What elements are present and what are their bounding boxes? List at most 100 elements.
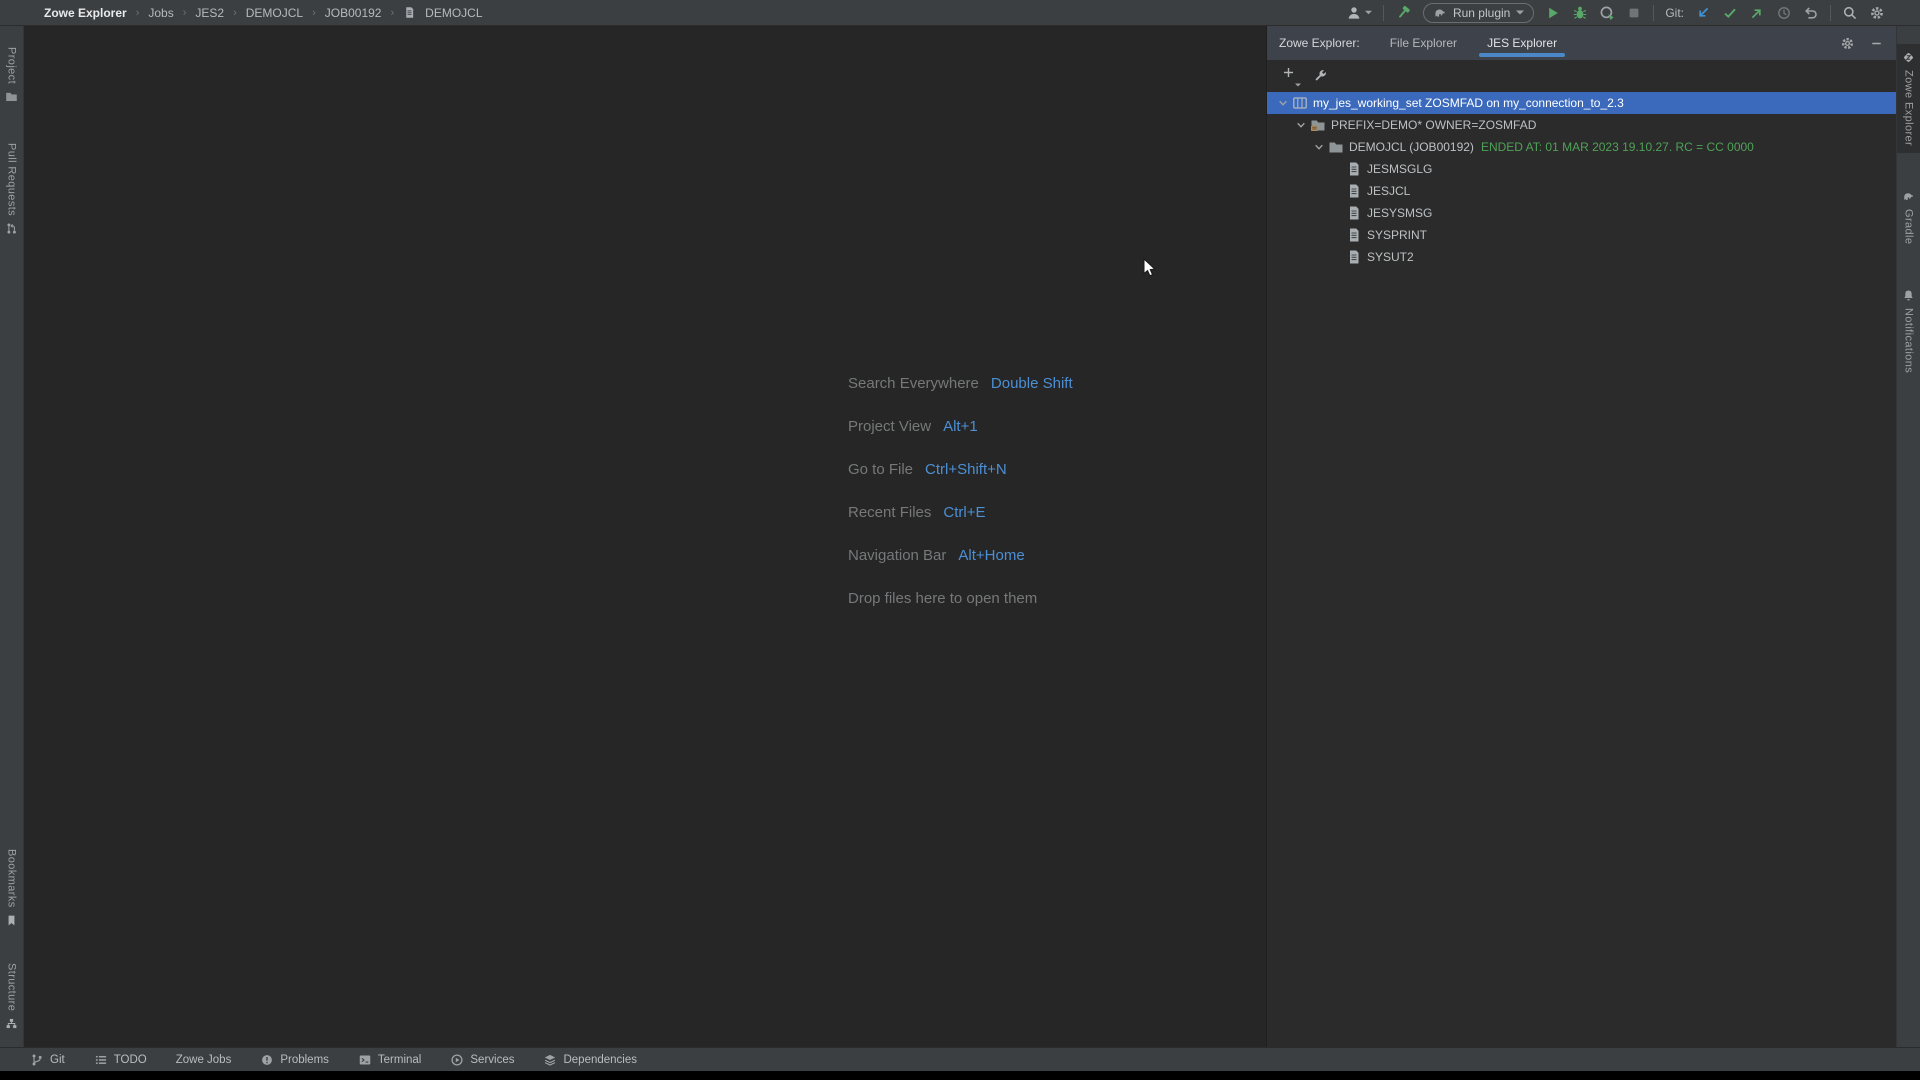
titlebar: Zowe Explorer › Jobs › JES2 › DEMOJCL › … xyxy=(0,0,1920,26)
tree-row-prefix-filter[interactable]: PREFIX=DEMO* OWNER=ZOSMFAD xyxy=(1267,114,1896,136)
services-icon xyxy=(450,1053,464,1067)
stripe-button-pull-requests[interactable]: Pull Requests xyxy=(0,136,24,242)
spool-file-icon xyxy=(1346,227,1362,243)
breadcrumb: Zowe Explorer › Jobs › JES2 › DEMOJCL › … xyxy=(0,6,483,20)
bottom-edge xyxy=(0,1071,1920,1080)
run-configuration-dropdown[interactable]: Run plugin xyxy=(1423,3,1534,23)
stripe-button-bookmarks[interactable]: Bookmarks xyxy=(0,842,24,934)
terminal-icon xyxy=(358,1053,372,1067)
stripe-button-zowe-explorer[interactable]: Zowe Explorer xyxy=(1897,44,1920,153)
shortcut-row: Go to File Ctrl+Shift+N xyxy=(848,459,1073,480)
chevron-down-icon xyxy=(1295,83,1301,87)
breadcrumb-item-job00192[interactable]: JOB00192 xyxy=(325,6,382,20)
edit-wrench-icon[interactable] xyxy=(1313,68,1328,83)
breadcrumb-item-jes2[interactable]: JES2 xyxy=(195,6,224,20)
statusbar-button-services[interactable]: Services xyxy=(450,1053,514,1067)
shortcut-keys: Ctrl+E xyxy=(943,504,985,521)
jes-explorer-tree: my_jes_working_set ZOSMFAD on my_connect… xyxy=(1267,92,1896,268)
add-working-set-button[interactable] xyxy=(1281,65,1296,85)
tree-node-label: JESMSGLG xyxy=(1367,162,1432,176)
job-status-text: ENDED AT: 01 MAR 2023 19.10.27. RC = CC … xyxy=(1481,140,1754,154)
tree-row-spool-jesysmsg[interactable]: JESYSMSG xyxy=(1267,202,1896,224)
expand-chevron-icon[interactable] xyxy=(1311,140,1327,154)
breadcrumb-item-zowe-explorer[interactable]: Zowe Explorer xyxy=(44,6,127,20)
profiler-icon[interactable] xyxy=(1599,5,1615,21)
shortcut-keys: Alt+1 xyxy=(943,418,978,435)
breadcrumb-item-jobs[interactable]: Jobs xyxy=(148,6,173,20)
stripe-button-gradle[interactable]: Gradle xyxy=(1897,183,1920,251)
statusbar-button-todo[interactable]: TODO xyxy=(94,1053,147,1067)
expand-chevron-icon[interactable] xyxy=(1275,96,1291,110)
tree-row-spool-sysut2[interactable]: SYSUT2 xyxy=(1267,246,1896,268)
tree-row-job-demojcl[interactable]: DEMOJCL (JOB00192) ENDED AT: 01 MAR 2023… xyxy=(1267,136,1896,158)
pull-requests-icon xyxy=(5,222,18,235)
file-icon xyxy=(403,6,416,19)
ide-window: Zowe Explorer › Jobs › JES2 › DEMOJCL › … xyxy=(0,0,1920,1080)
shortcut-keys: Ctrl+Shift+N xyxy=(925,461,1007,478)
editor-area[interactable]: Search Everywhere Double Shift Project V… xyxy=(24,26,1266,1047)
run-icon[interactable] xyxy=(1545,5,1561,21)
stripe-button-notifications[interactable]: Notifications xyxy=(1897,282,1920,380)
statusbar-button-git[interactable]: Git xyxy=(30,1053,65,1067)
tree-row-spool-jesjcl[interactable]: JESJCL xyxy=(1267,180,1896,202)
build-hammer-icon[interactable] xyxy=(1395,4,1412,21)
stripe-label: Pull Requests xyxy=(6,143,18,216)
structure-icon xyxy=(5,1017,18,1030)
panel-settings-gear-icon[interactable] xyxy=(1840,36,1855,51)
stripe-button-project[interactable]: Project xyxy=(0,40,24,110)
project-folder-icon xyxy=(5,90,18,103)
update-project-icon[interactable] xyxy=(1695,5,1711,21)
toolbar-divider xyxy=(1653,5,1654,21)
bookmarks-icon xyxy=(5,914,18,927)
tree-node-label: PREFIX=DEMO* OWNER=ZOSMFAD xyxy=(1331,118,1536,132)
breadcrumb-item-demojcl[interactable]: DEMOJCL xyxy=(246,6,303,20)
stop-icon[interactable] xyxy=(1626,5,1642,21)
stripe-label: Structure xyxy=(6,963,18,1011)
debug-icon[interactable] xyxy=(1572,5,1588,21)
drop-files-hint: Drop files here to open them xyxy=(848,588,1073,609)
tree-node-label: SYSUT2 xyxy=(1367,250,1414,264)
shortcut-label: Navigation Bar xyxy=(848,547,946,564)
add-icon xyxy=(1281,65,1296,80)
breadcrumb-item-demojcl-file[interactable]: DEMOJCL xyxy=(425,6,482,20)
mouse-cursor xyxy=(1143,258,1157,278)
statusbar-button-zowe-jobs[interactable]: Zowe Jobs xyxy=(176,1054,232,1066)
spool-file-icon xyxy=(1346,205,1362,221)
hide-panel-icon[interactable] xyxy=(1869,36,1884,51)
git-branch-icon xyxy=(30,1053,44,1067)
tab-jes-explorer[interactable]: JES Explorer xyxy=(1487,26,1557,60)
history-clock-icon[interactable] xyxy=(1776,5,1792,21)
user-menu-button[interactable] xyxy=(1346,5,1372,21)
toolbar-divider xyxy=(1383,5,1384,21)
statusbar-button-problems[interactable]: Problems xyxy=(260,1053,329,1067)
problems-error-icon xyxy=(260,1053,274,1067)
stripe-button-structure[interactable]: Structure xyxy=(0,956,24,1037)
breadcrumb-separator: › xyxy=(183,7,187,19)
shortcut-label: Go to File xyxy=(848,461,913,478)
shortcut-label: Recent Files xyxy=(848,504,931,521)
plugin-sphere-icon[interactable] xyxy=(1896,5,1912,21)
breadcrumb-separator: › xyxy=(233,7,237,19)
expand-chevron-icon[interactable] xyxy=(1293,118,1309,132)
statusbar-button-terminal[interactable]: Terminal xyxy=(358,1053,421,1067)
panel-toolbar xyxy=(1267,60,1896,90)
rollback-icon[interactable] xyxy=(1803,5,1819,21)
tree-row-spool-sysprint[interactable]: SYSPRINT xyxy=(1267,224,1896,246)
todo-list-icon xyxy=(94,1053,108,1067)
push-icon[interactable] xyxy=(1749,5,1765,21)
shortcut-row: Recent Files Ctrl+E xyxy=(848,502,1073,523)
statusbar-button-dependencies[interactable]: Dependencies xyxy=(543,1053,637,1067)
shortcut-keys: Alt+Home xyxy=(958,547,1024,564)
tree-row-spool-jesmsglg[interactable]: JESMSGLG xyxy=(1267,158,1896,180)
tree-row-working-set[interactable]: my_jes_working_set ZOSMFAD on my_connect… xyxy=(1267,92,1896,114)
tab-file-explorer[interactable]: File Explorer xyxy=(1390,26,1457,60)
git-label: Git: xyxy=(1665,6,1684,20)
settings-gear-icon[interactable] xyxy=(1869,5,1885,21)
spool-file-icon xyxy=(1346,249,1362,265)
commit-check-icon[interactable] xyxy=(1722,5,1738,21)
tree-node-label: JESJCL xyxy=(1367,184,1410,198)
working-set-icon xyxy=(1292,95,1308,111)
stripe-label: Project xyxy=(6,47,18,84)
search-icon[interactable] xyxy=(1842,5,1858,21)
stripe-label: Bookmarks xyxy=(6,849,18,908)
